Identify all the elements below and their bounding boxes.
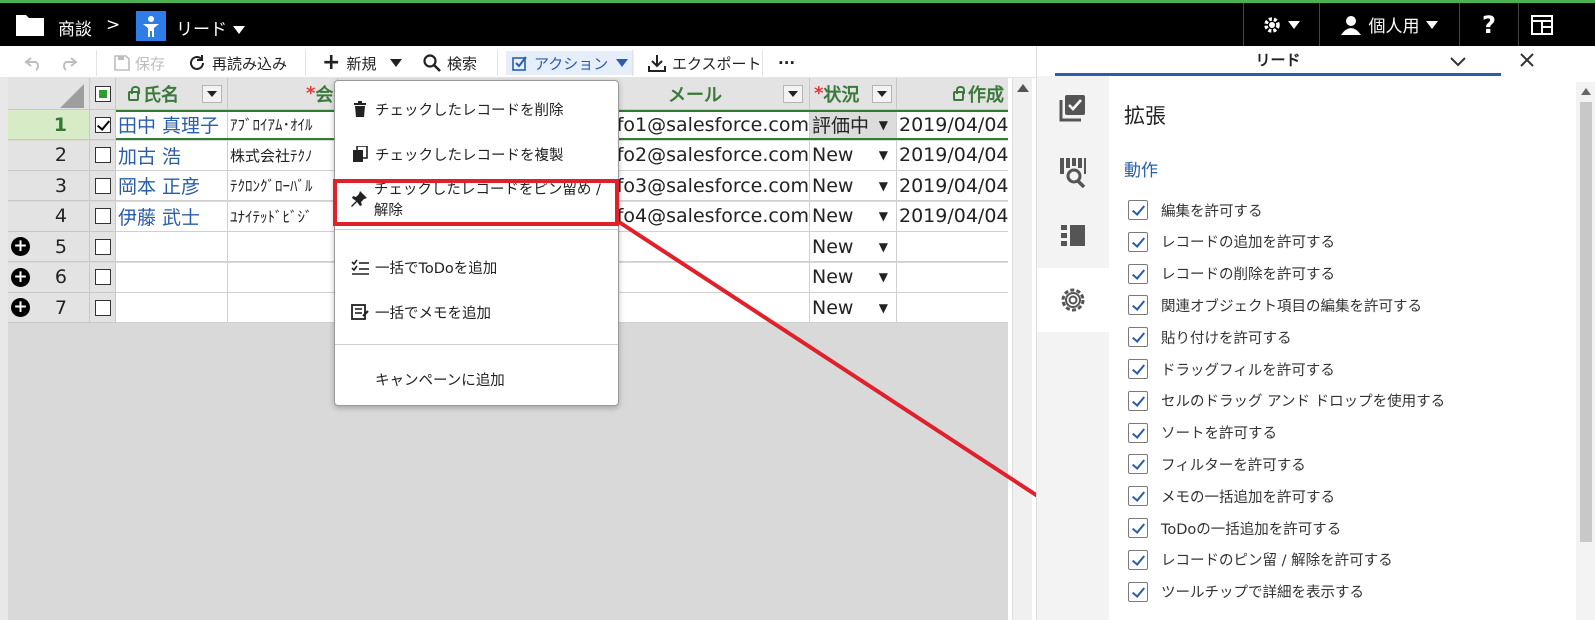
checkbox-checked-icon[interactable] — [1128, 581, 1148, 602]
gear-icon — [1061, 288, 1085, 312]
option-checkbox[interactable]: ToDoの一括追加を許可する — [1128, 516, 1341, 540]
checkbox-checked-icon[interactable] — [1128, 231, 1148, 252]
panel-tab-lead[interactable]: リード — [1055, 46, 1501, 76]
checkbox-checked-icon[interactable] — [1128, 359, 1148, 379]
scroll-up-icon[interactable] — [1581, 88, 1591, 95]
side-nav-settings[interactable] — [1037, 268, 1109, 332]
panel-tab-bar: リード — [1037, 46, 1595, 76]
panel-vertical-scrollbar[interactable] — [1576, 82, 1595, 620]
checkbox-checked-icon[interactable] — [1128, 549, 1148, 570]
checkbox-checked-icon[interactable] — [1128, 263, 1148, 284]
option-checkbox[interactable]: フィルターを許可する — [1128, 452, 1306, 476]
option-checkbox[interactable]: 編集を許可する — [1128, 198, 1263, 222]
search-list-icon — [1060, 158, 1086, 188]
checkbox-checked-icon[interactable] — [1128, 390, 1148, 411]
checkbox-checked-icon[interactable] — [1128, 295, 1148, 316]
side-nav-search[interactable] — [1037, 140, 1109, 204]
option-checkbox[interactable]: ソートを許可する — [1128, 421, 1277, 445]
option-checkbox[interactable]: ドラッグフィルを許可する — [1128, 357, 1335, 381]
checkbox-checked-icon[interactable] — [1128, 518, 1148, 538]
close-icon[interactable] — [1519, 52, 1535, 68]
checkbox-multiple-icon — [1059, 95, 1085, 122]
option-checkbox[interactable]: メモの一括追加を許可する — [1128, 484, 1335, 508]
option-checkbox[interactable]: セルのドラッグ アンド ドロップを使用する — [1128, 389, 1445, 413]
list-icon — [1061, 225, 1085, 246]
side-nav-tasks[interactable] — [1037, 76, 1109, 140]
option-checkbox[interactable]: レコードの追加を許可する — [1128, 230, 1335, 254]
checkbox-checked-icon[interactable] — [1128, 200, 1148, 220]
checkbox-checked-icon[interactable] — [1128, 327, 1148, 348]
option-checkbox[interactable]: レコードのピン留 / 解除を許可する — [1128, 548, 1393, 572]
checkbox-checked-icon[interactable] — [1128, 486, 1148, 507]
panel-side-nav — [1037, 76, 1109, 620]
checkbox-checked-icon[interactable] — [1128, 454, 1148, 475]
checkbox-checked-icon[interactable] — [1128, 422, 1148, 443]
settings-panel: リード 拡張 動作 編集を許可するレコードの追加を許可する レコードの削除を許可す… — [1036, 46, 1595, 620]
chevron-down-icon[interactable] — [1449, 54, 1467, 68]
option-checkbox[interactable]: 関連オブジェクト項目の編集を許可する — [1128, 293, 1422, 317]
option-checkbox[interactable]: 貼り付けを許可する — [1128, 325, 1292, 349]
panel-section-title: 動作 — [1124, 161, 1158, 181]
side-nav-layout[interactable] — [1037, 204, 1109, 268]
panel-heading: 拡張 — [1124, 104, 1166, 128]
option-checkbox[interactable]: レコードの削除を許可する — [1128, 262, 1335, 286]
option-checkbox[interactable]: ツールチップで詳細を表示する — [1128, 580, 1364, 604]
scroll-thumb[interactable] — [1580, 102, 1592, 542]
